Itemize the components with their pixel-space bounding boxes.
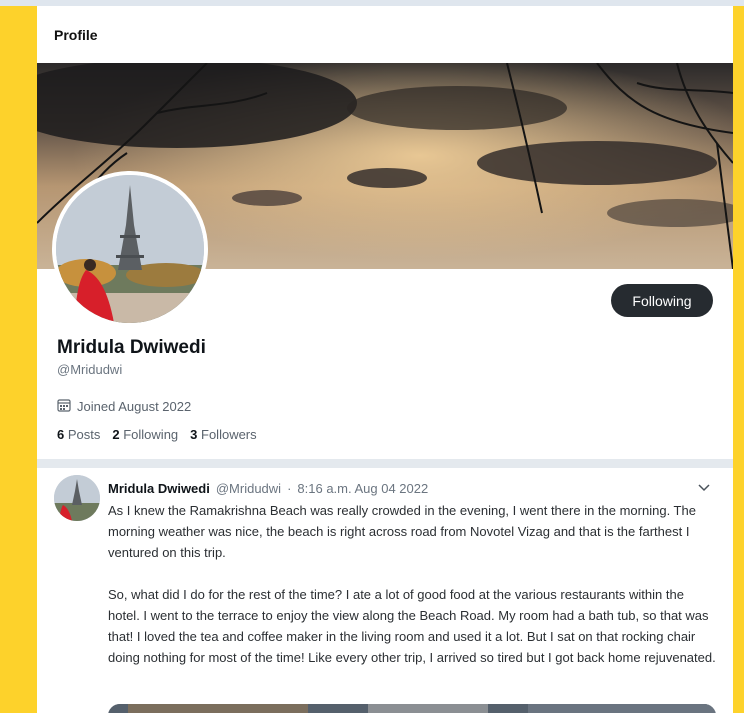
page-title: Profile: [54, 26, 98, 43]
post-author-name[interactable]: Mridula Dwiwedi: [108, 481, 210, 496]
profile-handle: @Mridudwi: [57, 362, 123, 377]
calendar-icon: [57, 398, 71, 415]
post-paragraph: As I knew the Ramakrishna Beach was real…: [108, 503, 696, 560]
section-divider: [37, 459, 733, 468]
profile-panel: Profile Following Mridula Dwiwedi @Mridu…: [37, 6, 733, 713]
profile-name: Mridula Dwiwedi: [57, 337, 206, 358]
joined-text: Joined August 2022: [77, 399, 192, 414]
chevron-down-icon[interactable]: [697, 480, 711, 497]
post-author-handle[interactable]: @Mridudwi: [216, 481, 281, 496]
post-author-avatar[interactable]: [54, 475, 100, 521]
post-paragraph: So, what did I do for the rest of the ti…: [108, 587, 716, 665]
post-text: As I knew the Ramakrishna Beach was real…: [108, 500, 718, 668]
post-separator: ·: [287, 481, 292, 496]
profile-avatar[interactable]: [52, 171, 208, 327]
post-timestamp[interactable]: 8:16 a.m. Aug 04 2022: [297, 481, 428, 496]
followers-stat[interactable]: 3 Followers: [190, 427, 256, 442]
joined-date: Joined August 2022: [57, 398, 191, 415]
following-stat[interactable]: 2 Following: [112, 427, 178, 442]
post-image[interactable]: [108, 704, 716, 713]
following-button[interactable]: Following: [611, 284, 713, 317]
posts-stat[interactable]: 6 Posts: [57, 427, 100, 442]
post-header: Mridula Dwiwedi @Mridudwi · 8:16 a.m. Au…: [108, 481, 428, 496]
profile-stats: 6 Posts 2 Following 3 Followers: [57, 427, 257, 442]
